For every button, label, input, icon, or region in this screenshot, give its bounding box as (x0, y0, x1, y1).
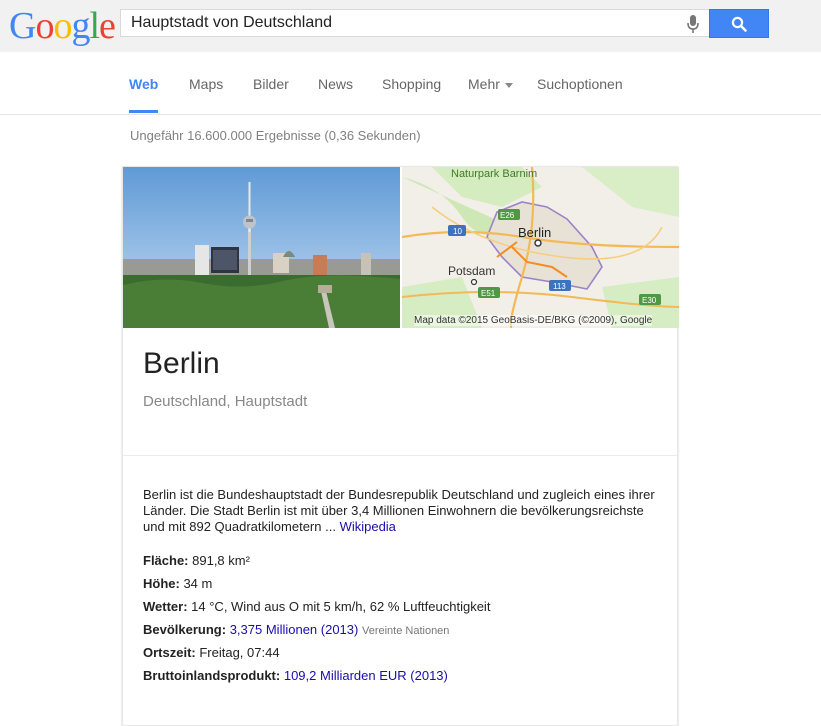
fact-label[interactable]: Ortszeit: (143, 645, 196, 660)
tab-bilder[interactable]: Bilder (253, 76, 289, 92)
entity-title: Berlin (143, 347, 220, 380)
tab-maps[interactable]: Maps (189, 76, 223, 92)
map-label-e30: E30 (642, 296, 657, 305)
entity-subtitle: Deutschland, Hauptstadt (143, 393, 308, 410)
map-label-potsdam: Potsdam (448, 264, 495, 278)
logo-letter: G (9, 5, 36, 47)
fact-label[interactable]: Bevölkerung: (143, 622, 226, 637)
knowledge-panel: Naturpark Barnim Berlin Potsdam E26 10 1… (122, 166, 679, 726)
fact-label[interactable]: Höhe: (143, 576, 180, 591)
fact-row: Bruttoinlandsprodukt: 109,2 Milliarden E… (143, 668, 663, 691)
map-credit: Map data ©2015 GeoBasis-DE/BKG (©2009), … (414, 315, 653, 326)
entity-description: Berlin ist die Bundeshauptstadt der Bund… (143, 487, 663, 535)
logo-letter: o (35, 5, 54, 47)
tab-suchoptionen[interactable]: Suchoptionen (537, 76, 623, 92)
map-label-r10: 10 (453, 227, 462, 236)
map-label-park: Naturpark Barnim (451, 168, 537, 180)
fact-label[interactable]: Wetter: (143, 599, 188, 614)
logo-letter: e (99, 5, 116, 47)
berlin-photo[interactable] (123, 167, 400, 328)
fact-value: 891,8 km² (188, 553, 250, 568)
tab-shopping[interactable]: Shopping (382, 76, 441, 92)
search-button[interactable] (709, 9, 769, 38)
tab-news[interactable]: News (318, 76, 353, 92)
map-label-r113: 113 (553, 282, 566, 291)
fact-row: Bevölkerung: 3,375 Millionen (2013) Vere… (143, 622, 663, 645)
result-stats: Ungefähr 16.600.000 Ergebnisse (0,36 Sek… (130, 128, 421, 143)
fact-value: 14 °C, Wind aus O mit 5 km/h, 62 % Luftf… (187, 599, 491, 614)
fact-label[interactable]: Fläche: (143, 553, 189, 568)
fact-label[interactable]: Bruttoinlandsprodukt: (143, 668, 280, 683)
panel-divider (123, 455, 679, 456)
fact-row: Ortszeit: Freitag, 07:44 (143, 645, 663, 668)
logo-letter: l (89, 5, 100, 47)
city-skyline-image (123, 167, 400, 328)
wikipedia-link[interactable]: Wikipedia (340, 519, 396, 534)
search-tabs: Web Maps Bilder News Shopping Mehr Sucho… (0, 52, 821, 115)
berlin-map[interactable]: Naturpark Barnim Berlin Potsdam E26 10 1… (402, 167, 679, 328)
map-image: Naturpark Barnim Berlin Potsdam E26 10 1… (402, 167, 679, 328)
tab-web[interactable]: Web (129, 76, 158, 92)
map-label-e26: E26 (500, 211, 515, 220)
fact-row: Fläche: 891,8 km² (143, 553, 663, 576)
map-label-berlin: Berlin (518, 225, 551, 240)
gdp-link[interactable]: 109,2 Milliarden EUR (2013) (284, 668, 448, 683)
tab-mehr-label: Mehr (468, 76, 500, 92)
fact-value: 34 m (179, 576, 213, 591)
population-link[interactable]: 3,375 Millionen (2013) (230, 622, 359, 637)
search-icon (731, 16, 747, 32)
fact-value: Freitag, 07:44 (195, 645, 280, 660)
logo-letter: g (71, 5, 90, 47)
active-tab-indicator (129, 110, 158, 113)
fact-row: Wetter: 14 °C, Wind aus O mit 5 km/h, 62… (143, 599, 663, 622)
google-logo[interactable]: Google (9, 4, 116, 48)
logo-letter: o (53, 5, 72, 47)
header-bar: Google (0, 0, 821, 52)
chevron-down-icon (504, 82, 513, 88)
facts-list: Fläche: 891,8 km² Höhe: 34 m Wetter: 14 … (143, 553, 663, 691)
fact-row: Höhe: 34 m (143, 576, 663, 599)
search-box (120, 9, 709, 37)
microphone-icon[interactable] (686, 14, 700, 34)
map-label-e51: E51 (481, 289, 496, 298)
fact-source[interactable]: Vereinte Nationen (362, 625, 449, 637)
tab-mehr[interactable]: Mehr (468, 76, 513, 92)
search-input[interactable] (121, 10, 681, 36)
description-text: Berlin ist die Bundeshauptstadt der Bund… (143, 487, 655, 534)
